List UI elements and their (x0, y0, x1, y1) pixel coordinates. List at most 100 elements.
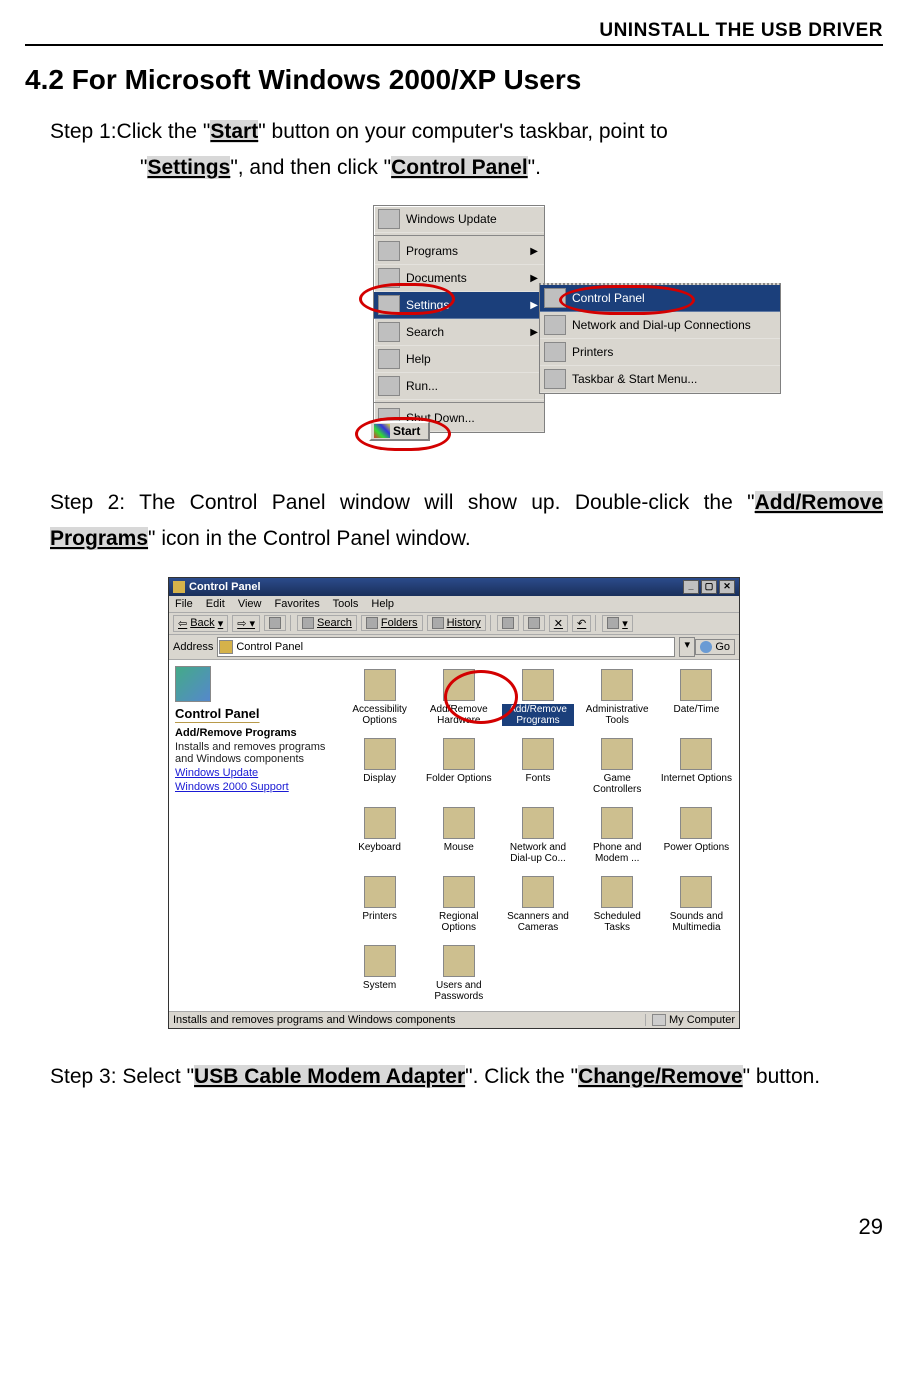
go-button[interactable]: Go (695, 639, 735, 655)
cp-item-label: Display (344, 773, 415, 784)
search-label: Search (317, 617, 352, 629)
step-2: Step 2: The Control Panel window will sh… (50, 485, 883, 556)
window-title: Control Panel (189, 581, 261, 593)
cp-item[interactable]: Accessibility Options (341, 666, 418, 729)
maximize-button[interactable]: ▢ (701, 580, 717, 594)
menu-help[interactable]: Help (371, 598, 394, 610)
forward-button[interactable]: ⇨ ▾ (232, 615, 260, 632)
cp-item[interactable]: Scheduled Tasks (579, 873, 656, 936)
menu-edit[interactable]: Edit (206, 598, 225, 610)
sm-label: Windows Update (406, 212, 497, 226)
cp-item[interactable]: Add/Remove Hardware (420, 666, 497, 729)
address-input[interactable] (217, 637, 675, 657)
cp-item[interactable]: Phone and Modem ... (579, 804, 656, 867)
address-dropdown[interactable]: ▾ (679, 637, 695, 657)
back-label: Back (190, 617, 214, 629)
cp-item[interactable]: Regional Options (420, 873, 497, 936)
chevron-right-icon: ▶ (530, 273, 538, 284)
tb-btn1[interactable] (497, 615, 519, 631)
cp-item[interactable]: System (341, 942, 418, 1005)
step1-key-settings: Settings (147, 156, 230, 179)
sm-windows-update[interactable]: Windows Update (374, 206, 544, 233)
search-button[interactable]: Search (297, 615, 357, 631)
step1-text3: ", and then click " (230, 156, 391, 179)
page-number: 29 (25, 1214, 883, 1240)
step3-key-usb: USB Cable Modem Adapter (194, 1065, 465, 1088)
submenu-control-panel[interactable]: Control Panel (540, 285, 780, 312)
cp-item[interactable]: Internet Options (658, 735, 735, 798)
sm-run[interactable]: Run... (374, 373, 544, 400)
cp-item[interactable]: Date/Time (658, 666, 735, 729)
tb-undo[interactable]: ↶ (572, 615, 591, 632)
menu-file[interactable]: File (175, 598, 193, 610)
search-icon (302, 617, 314, 629)
back-button[interactable]: ⇦ Back ▾ (173, 615, 228, 632)
submenu-label: Taskbar & Start Menu... (572, 372, 697, 386)
sm-label: Help (406, 352, 431, 366)
cp-item[interactable]: Administrative Tools (579, 666, 656, 729)
menu-tools[interactable]: Tools (333, 598, 359, 610)
submenu-network[interactable]: Network and Dial-up Connections (540, 312, 780, 339)
up-button[interactable] (264, 615, 286, 631)
cp-item-icon (680, 738, 712, 770)
menu-view[interactable]: View (238, 598, 262, 610)
cp-item-label: Add/Remove Programs (502, 704, 573, 726)
cp-item-icon (522, 876, 554, 908)
window-titlebar[interactable]: Control Panel _ ▢ ✕ (169, 578, 739, 596)
submenu-label: Printers (572, 345, 613, 359)
submenu-taskbar[interactable]: Taskbar & Start Menu... (540, 366, 780, 393)
sm-search[interactable]: Search▶ (374, 319, 544, 346)
link-windows-support[interactable]: Windows 2000 Support (175, 781, 331, 793)
history-button[interactable]: History (427, 615, 486, 631)
menu-favorites[interactable]: Favorites (275, 598, 320, 610)
sm-documents[interactable]: Documents ▶ (374, 265, 544, 292)
menu-bar[interactable]: File Edit View Favorites Tools Help (169, 596, 739, 613)
cp-item[interactable]: Printers (341, 873, 418, 936)
control-panel-large-icon (175, 666, 211, 702)
tb-btn2[interactable] (523, 615, 545, 631)
folders-button[interactable]: Folders (361, 615, 423, 631)
cp-item[interactable]: Sounds and Multimedia (658, 873, 735, 936)
cp-sidebar: Control Panel Add/Remove Programs Instal… (169, 660, 337, 1011)
submenu-label: Control Panel (572, 291, 645, 305)
cp-item[interactable]: Game Controllers (579, 735, 656, 798)
sm-help[interactable]: Help (374, 346, 544, 373)
submenu-printers[interactable]: Printers (540, 339, 780, 366)
history-icon (432, 617, 444, 629)
cp-item[interactable]: Scanners and Cameras (499, 873, 576, 936)
step2-text2: " icon in the Control Panel window. (148, 527, 471, 550)
cp-item[interactable]: Fonts (499, 735, 576, 798)
sm-label: Documents (406, 271, 467, 285)
figure-start-menu: Windows Update Programs▶ Documents ▶ Sett… (363, 205, 545, 455)
cp-item[interactable]: Users and Passwords (420, 942, 497, 1005)
cp-item-icon (443, 876, 475, 908)
sm-programs[interactable]: Programs▶ (374, 238, 544, 265)
control-panel-icon (219, 640, 233, 654)
minimize-button[interactable]: _ (683, 580, 699, 594)
cp-item[interactable]: Folder Options (420, 735, 497, 798)
link-windows-update[interactable]: Windows Update (175, 767, 331, 779)
sm-settings[interactable]: Settings▶ (374, 292, 544, 319)
cp-item[interactable]: Network and Dial-up Co... (499, 804, 576, 867)
cp-item-label: Scanners and Cameras (502, 911, 573, 933)
chevron-right-icon: ▶ (530, 300, 538, 311)
moveto-icon (502, 617, 514, 629)
cp-item[interactable]: Keyboard (341, 804, 418, 867)
submenu-label: Network and Dial-up Connections (572, 318, 751, 332)
cp-item[interactable]: Display (341, 735, 418, 798)
cp-item[interactable]: Add/Remove Programs (499, 666, 576, 729)
close-button[interactable]: ✕ (719, 580, 735, 594)
start-button[interactable]: Start (369, 421, 430, 441)
cp-item[interactable]: Power Options (658, 804, 735, 867)
control-panel-icon (173, 581, 185, 593)
start-menu: Windows Update Programs▶ Documents ▶ Sett… (373, 205, 545, 433)
address-bar: Address ▾ Go (169, 635, 739, 660)
status-bar: Installs and removes programs and Window… (169, 1011, 739, 1028)
tb-delete[interactable]: ✕ (549, 615, 568, 632)
cp-item-icon (680, 876, 712, 908)
figure-control-panel-window: Control Panel _ ▢ ✕ File Edit View Favor… (168, 577, 740, 1029)
cp-item[interactable]: Mouse (420, 804, 497, 867)
printer-icon (544, 342, 566, 362)
toolbar: ⇦ Back ▾ ⇨ ▾ Search Folders History ✕ ↶ … (169, 613, 739, 635)
tb-views[interactable]: ▾ (602, 615, 633, 632)
